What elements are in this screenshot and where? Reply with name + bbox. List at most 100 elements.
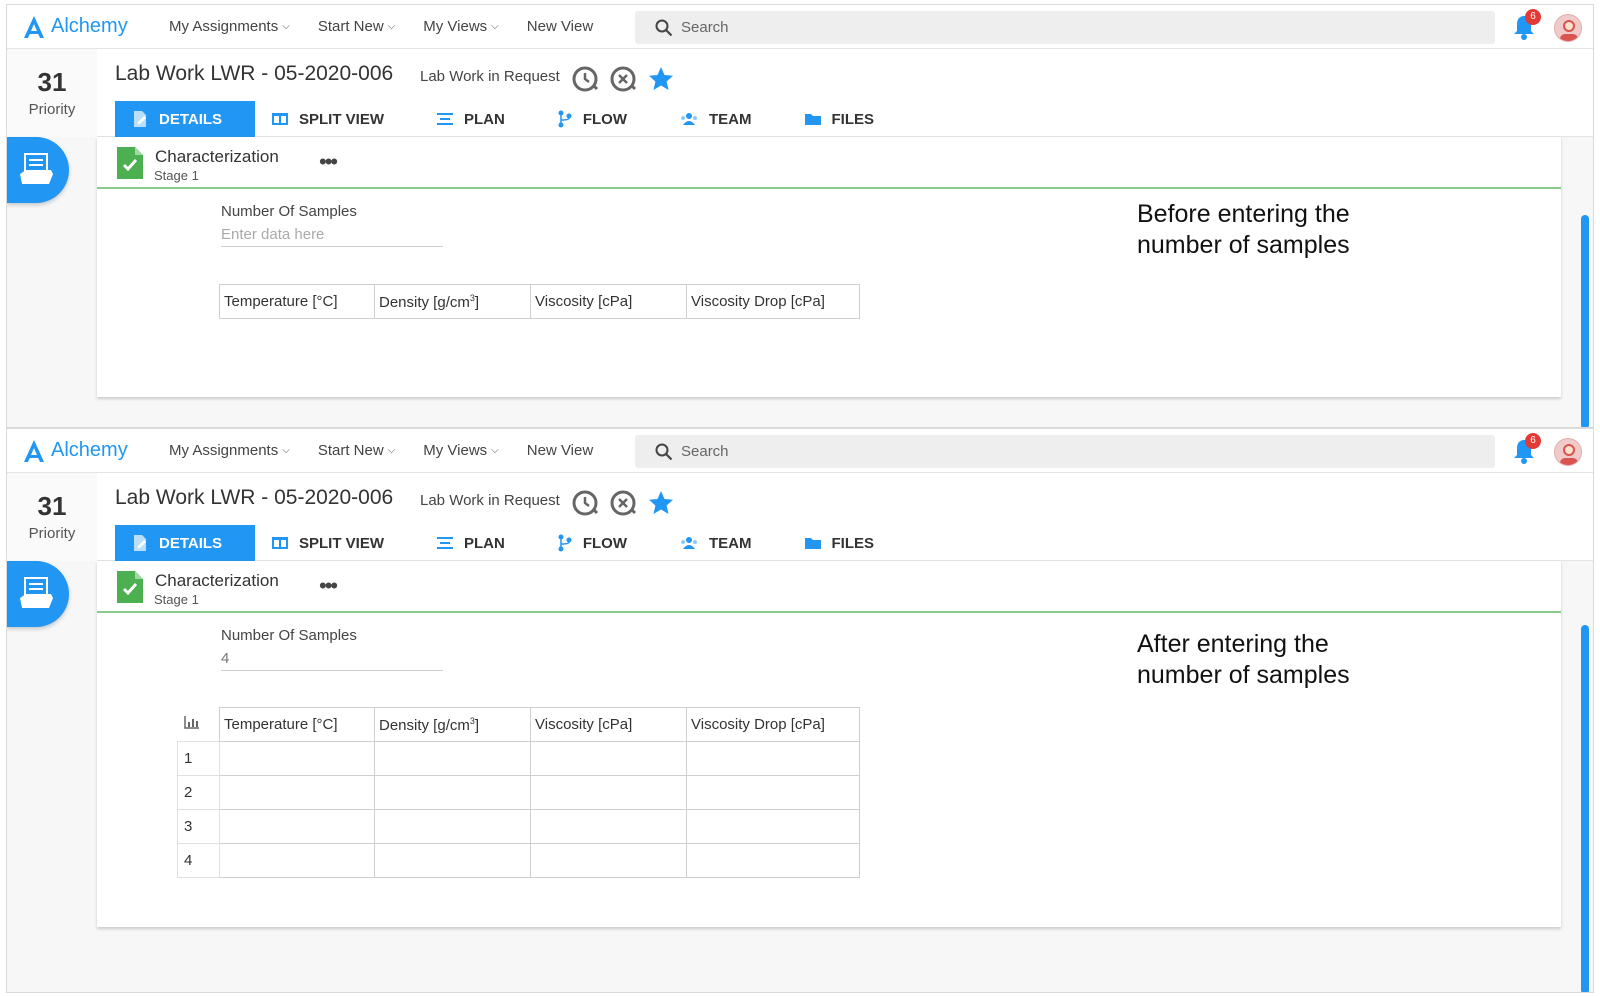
nav-start-new-label: Start New: [317, 18, 384, 35]
tab-plan-label: PLAN: [464, 110, 505, 128]
tab-files[interactable]: FILES: [788, 101, 891, 137]
tab-split-view[interactable]: SPLIT VIEW: [255, 525, 400, 561]
vertical-scrollbar[interactable]: [1581, 215, 1589, 427]
priority-number: 31: [37, 491, 67, 521]
tab-team-label: TEAM: [709, 110, 752, 128]
tab-team[interactable]: TEAM: [663, 101, 768, 137]
nav-new-view[interactable]: New View: [521, 442, 599, 459]
nav-my-assignments-label: My Assignments: [169, 18, 279, 35]
nav-my-assignments[interactable]: My Assignments ⌵: [163, 442, 296, 459]
priority-number: 31: [37, 67, 67, 97]
table-cell[interactable]: [219, 775, 375, 810]
table-cell[interactable]: [530, 741, 687, 776]
notification-badge: 6: [1525, 433, 1541, 449]
nav-my-views[interactable]: My Views ⌵: [417, 442, 505, 459]
table-cell[interactable]: [219, 843, 375, 878]
search-input[interactable]: [681, 19, 1461, 36]
table-row: 4: [177, 843, 860, 878]
alchemy-logo[interactable]: Alchemy: [23, 15, 147, 39]
record-title: Lab Work LWR - 05-2020-006: [115, 62, 394, 85]
vertical-scrollbar[interactable]: [1581, 625, 1589, 992]
nav-my-views-label: My Views: [423, 18, 488, 35]
tab-split-view[interactable]: SPLIT VIEW: [255, 101, 400, 137]
table-cell[interactable]: [530, 775, 687, 810]
nav-new-view-label: New View: [526, 18, 594, 35]
table-cell[interactable]: [374, 809, 531, 844]
table-cell[interactable]: [530, 809, 687, 844]
search-input[interactable]: [681, 443, 1461, 460]
stack-documents-icon: [20, 153, 53, 184]
search-bar[interactable]: [635, 435, 1495, 468]
nav-new-view[interactable]: New View: [521, 18, 599, 35]
nav-my-assignments[interactable]: My Assignments ⌵: [163, 18, 296, 35]
number-of-samples-input[interactable]: [221, 647, 443, 671]
history-icon[interactable]: [571, 489, 599, 517]
nav-start-new[interactable]: Start New ⌵: [312, 18, 401, 35]
favorite-star-icon[interactable]: [647, 489, 675, 517]
flow-icon: [558, 110, 572, 128]
notification-badge: 6: [1525, 9, 1541, 25]
tab-details[interactable]: DETAILS: [115, 101, 255, 137]
table-cell[interactable]: [686, 843, 860, 878]
tab-team[interactable]: TEAM: [663, 525, 768, 561]
tab-plan-label: PLAN: [464, 534, 505, 552]
table-cell[interactable]: [686, 809, 860, 844]
flow-icon: [558, 534, 572, 552]
number-of-samples-label: Number Of Samples: [221, 203, 357, 220]
table-header-row: Temperature [°C] Density [g/cm3] Viscosi…: [219, 284, 860, 319]
folder-icon: [804, 114, 821, 125]
tab-plan[interactable]: PLAN: [420, 101, 521, 137]
user-avatar[interactable]: [1554, 14, 1582, 42]
top-navbar: Alchemy My Assignments ⌵ Start New ⌵ My Vi…: [7, 5, 1593, 49]
stage-panel-toggle-button[interactable]: [7, 561, 69, 627]
record-status: Lab Work in Request: [420, 68, 560, 85]
nav-start-new[interactable]: Start New ⌵: [312, 442, 401, 459]
screen-before: Alchemy My Assignments ⌵ Start New ⌵ My Vi…: [6, 4, 1594, 428]
table-cell[interactable]: [374, 843, 531, 878]
favorite-star-icon[interactable]: [647, 65, 675, 93]
alchemy-logo[interactable]: Alchemy: [23, 439, 147, 463]
annotation-before: Before entering the number of samples: [1137, 200, 1350, 259]
nav-my-views[interactable]: My Views ⌵: [417, 18, 505, 35]
annotation-after: After entering the number of samples: [1137, 630, 1350, 689]
stage-panel-toggle-button[interactable]: [7, 137, 69, 203]
table-cell[interactable]: [686, 741, 860, 776]
header-density-suffix: ]: [474, 293, 480, 311]
priority-label: Priority: [28, 525, 76, 542]
brand-name: Alchemy: [51, 439, 128, 461]
tab-flow[interactable]: FLOW: [541, 101, 643, 137]
chevron-down-icon: ⌵: [387, 21, 396, 32]
tab-team-label: TEAM: [709, 534, 752, 552]
tab-details[interactable]: DETAILS: [115, 525, 255, 561]
search-bar[interactable]: [635, 11, 1495, 44]
table-cell[interactable]: [374, 741, 531, 776]
more-options-icon[interactable]: •••: [319, 149, 338, 175]
table-cell[interactable]: [686, 775, 860, 810]
more-options-icon[interactable]: •••: [319, 573, 338, 599]
cancel-clock-icon[interactable]: [609, 489, 637, 517]
folder-icon: [804, 538, 821, 549]
user-avatar[interactable]: [1554, 438, 1582, 466]
row-number: 4: [177, 843, 220, 878]
alchemy-logo-icon: [24, 439, 44, 462]
table-cell[interactable]: [219, 741, 375, 776]
table-cell[interactable]: [530, 843, 687, 878]
chevron-down-icon: ⌵: [282, 21, 290, 32]
table-row: 1: [177, 741, 860, 776]
chart-icon[interactable]: [183, 715, 200, 729]
screen-after: Alchemy My Assignments ⌵ Start New ⌵ My Vi…: [6, 428, 1594, 993]
history-icon[interactable]: [571, 65, 599, 93]
table-cell[interactable]: [219, 809, 375, 844]
table-cell[interactable]: [374, 775, 531, 810]
header-viscosity: Viscosity [cPa]: [530, 707, 687, 742]
tab-flow[interactable]: FLOW: [541, 525, 643, 561]
tab-plan[interactable]: PLAN: [420, 525, 521, 561]
cancel-clock-icon[interactable]: [609, 65, 637, 93]
number-of-samples-input[interactable]: [221, 223, 443, 247]
user-avatar-icon: [1560, 444, 1578, 465]
nav-new-view-label: New View: [526, 442, 594, 459]
nav-my-views-label: My Views: [423, 442, 488, 459]
tab-files[interactable]: FILES: [788, 525, 891, 561]
plan-icon: [437, 537, 454, 549]
priority-box: 31 Priority: [7, 473, 97, 561]
